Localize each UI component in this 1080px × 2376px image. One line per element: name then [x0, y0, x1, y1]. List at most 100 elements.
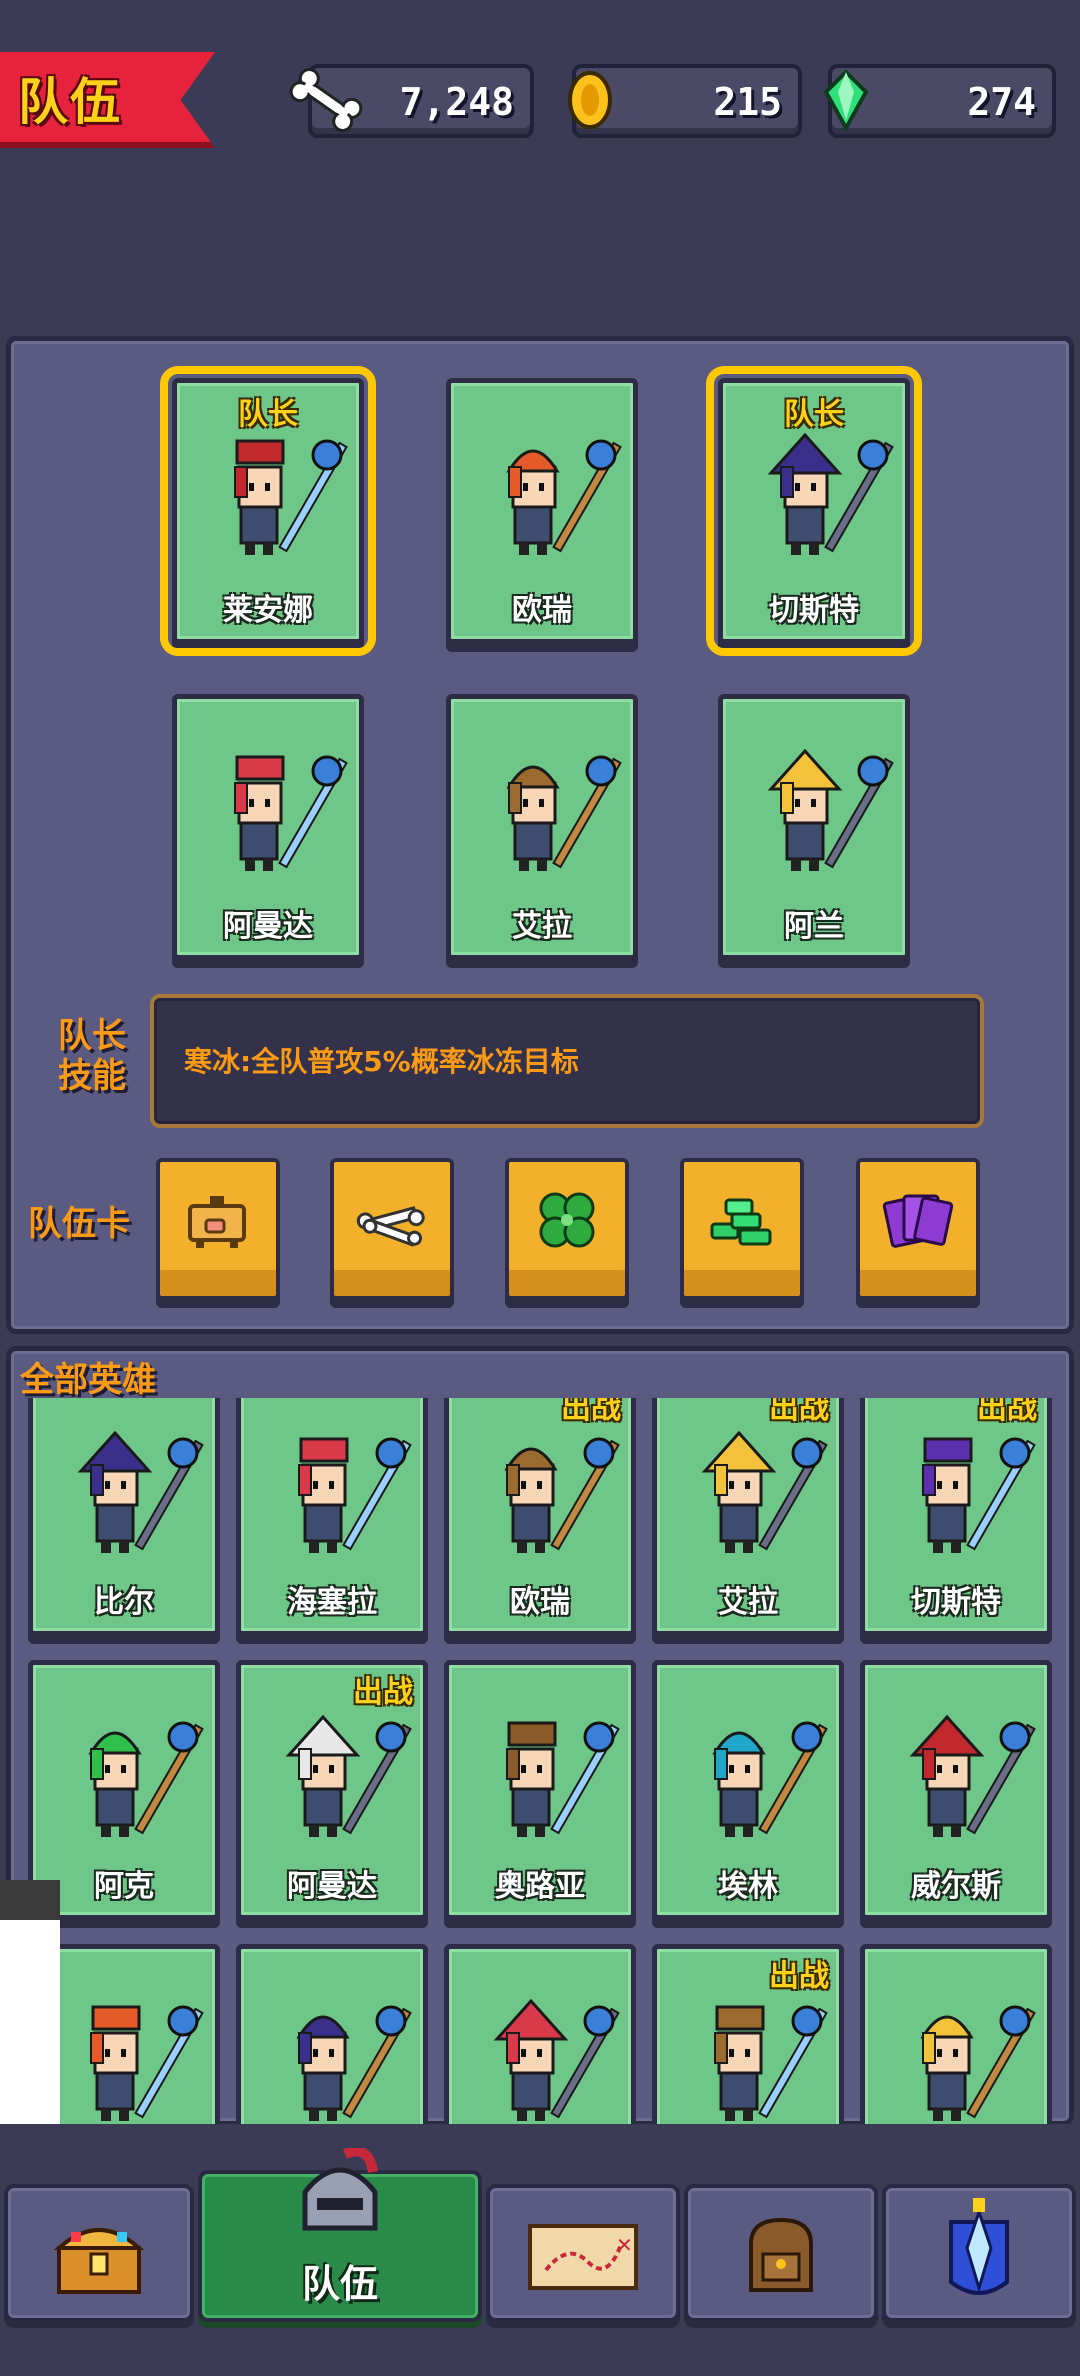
- hero-name: 艾拉: [512, 909, 572, 944]
- in-battle-tag: 出战: [977, 1398, 1037, 1426]
- treasure-map-icon: ✕: [528, 2224, 638, 2290]
- hero-card[interactable]: 出战欧瑞: [444, 1398, 636, 1636]
- hero-card[interactable]: 出战艾拉: [652, 1398, 844, 1636]
- hero-card[interactable]: 比尔: [28, 1398, 220, 1636]
- page-title: 队伍: [18, 73, 122, 131]
- hero-card[interactable]: [236, 1944, 428, 2126]
- hero-name: 奥路亚: [495, 1869, 585, 1904]
- hero-portrait: [701, 1430, 828, 1553]
- knight-helmet-icon: [302, 2148, 378, 2231]
- backpack-icon: [749, 2217, 813, 2292]
- gold-coin-icon: [568, 71, 612, 129]
- hero-name: 欧瑞: [512, 593, 572, 628]
- in-battle-tag: 出战: [561, 1398, 621, 1426]
- hero-portrait: [714, 2005, 828, 2121]
- hero-portrait: [77, 1430, 204, 1553]
- all-heroes-label: 全部英雄: [20, 1360, 156, 1400]
- team-slot[interactable]: 阿兰: [718, 694, 910, 960]
- hero-name: 阿曼达: [287, 1869, 377, 1904]
- hero-card[interactable]: 海塞拉: [236, 1398, 428, 1636]
- hero-name: 埃林: [718, 1869, 778, 1904]
- hero-portrait: [712, 1721, 828, 1837]
- team-slot[interactable]: 队长 莱安娜: [160, 366, 376, 656]
- hero-portrait: [234, 755, 348, 871]
- piggy-bank-icon: [188, 1196, 246, 1248]
- gold-count: 215: [713, 80, 782, 124]
- hero-portrait: [920, 2005, 1036, 2121]
- treasure-chest-icon: [53, 2228, 145, 2294]
- hero-name: 阿克: [94, 1869, 154, 1904]
- team-card-gems[interactable]: [680, 1158, 804, 1300]
- card-deck-icon: [882, 1194, 954, 1248]
- hero-name: 莱安娜: [223, 593, 313, 628]
- team-card-bones[interactable]: [330, 1158, 454, 1300]
- team-slot[interactable]: 队长 切斯特: [706, 366, 922, 656]
- hero-grid[interactable]: 比尔 海塞拉 出战 欧瑞 出战 艾拉 出战 切斯特 阿克 出战 阿曼达 奥路亚 …: [0, 1398, 1080, 2126]
- hero-name: 阿兰: [784, 909, 844, 944]
- hero-card[interactable]: 出战阿曼达: [236, 1660, 428, 1920]
- hero-portrait: [506, 755, 622, 871]
- bone-icon: [289, 68, 363, 132]
- hero-portrait: [922, 1437, 1036, 1553]
- hero-portrait: [285, 1714, 412, 1837]
- hero-name: 切斯特: [769, 593, 859, 628]
- leader-skill-text: 寒冰:全队普攻5%概率冰冻目标: [184, 1045, 579, 1078]
- hero-name: 比尔: [94, 1585, 154, 1620]
- hero-portrait: [506, 439, 622, 555]
- team-cards-label: 队伍卡: [28, 1204, 130, 1244]
- page-title-banner: 队伍: [0, 52, 215, 148]
- team-slot[interactable]: 欧瑞: [446, 378, 638, 644]
- team-card-piggy-bank[interactable]: [156, 1158, 280, 1300]
- hero-portrait: [90, 2005, 204, 2121]
- hero-card[interactable]: [444, 1944, 636, 2126]
- bone-pile-icon: [356, 1206, 425, 1247]
- bone-count: 7,248: [399, 80, 514, 124]
- hero-portrait: [767, 432, 894, 555]
- hero-card[interactable]: [860, 1944, 1052, 2126]
- hero-card[interactable]: 奥路亚: [444, 1660, 636, 1920]
- hero-name: 艾拉: [718, 1585, 778, 1620]
- hero-name: 海塞拉: [287, 1585, 377, 1620]
- nav-team-label: 队伍: [301, 2262, 378, 2306]
- nav-team[interactable]: 队伍: [198, 2148, 482, 2322]
- gem-count: 274: [967, 80, 1036, 124]
- hero-portrait: [298, 1437, 412, 1553]
- hero-card[interactable]: 出战切斯特: [860, 1398, 1052, 1636]
- green-gem-icon: [823, 69, 869, 133]
- hero-portrait: [88, 1721, 204, 1837]
- bone-counter[interactable]: 7,248: [289, 64, 534, 138]
- hero-name: 威尔斯: [911, 1869, 1001, 1904]
- nav-shrine[interactable]: [882, 2184, 1076, 2322]
- hero-name: 阿曼达: [223, 909, 313, 944]
- nav-map[interactable]: ✕: [486, 2184, 680, 2322]
- hero-portrait: [493, 1998, 620, 2121]
- team-slot[interactable]: 艾拉: [446, 694, 638, 960]
- in-battle-tag: 出战: [769, 1959, 829, 1994]
- hero-portrait: [506, 1721, 620, 1837]
- crystal-shrine-icon: [949, 2198, 1009, 2295]
- bottom-nav: 队伍 ✕: [0, 2124, 1080, 2376]
- svg-text:✕: ✕: [616, 2233, 633, 2257]
- in-battle-tag: 出战: [769, 1398, 829, 1426]
- nav-backpack[interactable]: [684, 2184, 878, 2322]
- hero-portrait: [909, 1714, 1036, 1837]
- in-battle-tag: 出战: [353, 1675, 413, 1710]
- team-card-clover[interactable]: [505, 1158, 629, 1300]
- hero-name: 欧瑞: [510, 1585, 570, 1620]
- team-card-deck[interactable]: [856, 1158, 980, 1300]
- hero-portrait: [296, 2005, 412, 2121]
- hero-card[interactable]: 埃林: [652, 1660, 844, 1920]
- gold-counter[interactable]: 215: [568, 64, 802, 138]
- gem-counter[interactable]: 274: [823, 64, 1056, 138]
- team-slot[interactable]: 阿曼达: [172, 694, 364, 960]
- hero-portrait: [504, 1437, 620, 1553]
- leader-skill-label: 队长 技能: [58, 1016, 126, 1096]
- hero-card[interactable]: 出战: [652, 1944, 844, 2126]
- hero-name: 切斯特: [911, 1585, 1001, 1620]
- hero-portrait: [234, 439, 348, 555]
- nav-treasure[interactable]: [4, 2184, 194, 2322]
- hero-card[interactable]: 威尔斯: [860, 1660, 1052, 1920]
- clover-icon: [539, 1192, 595, 1248]
- hero-portrait: [767, 748, 894, 871]
- leader-skill-box: 寒冰:全队普攻5%概率冰冻目标: [150, 994, 984, 1128]
